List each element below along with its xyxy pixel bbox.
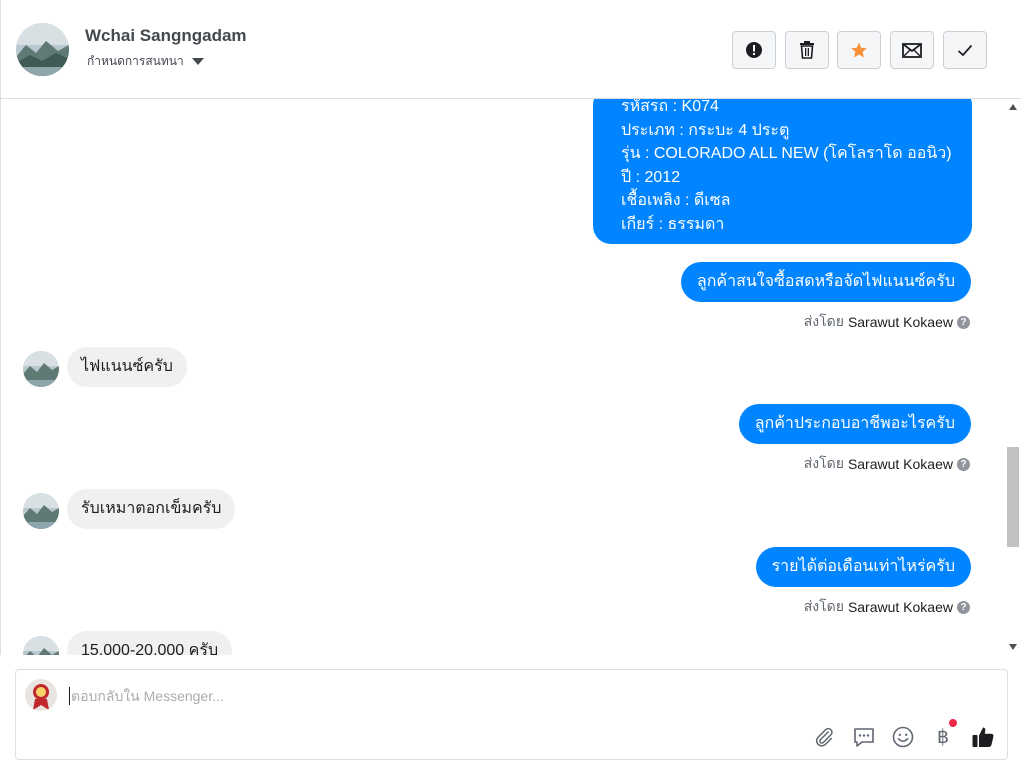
thumbs-up-icon [972,727,994,747]
incoming-message: ไฟแนนซ์ครับ [67,347,187,387]
help-icon[interactable]: ? [957,315,970,329]
conversation-header: Wchai Sangngadam กำหนดการสนทนา [0,0,1021,99]
sent-by: ส่งโดย Sarawut Kokaew ? [804,453,970,475]
scroll-thumb[interactable] [1007,447,1019,547]
conversation-options-dropdown[interactable]: กำหนดการสนทนา [87,52,204,71]
contact-avatar-small [23,493,59,529]
sent-by: ส่งโดย Sarawut Kokaew ? [804,596,970,618]
vehicle-info-line: ปี : 2012 [621,168,681,186]
sent-by: ส่งโดย Sarawut Kokaew ? [804,311,970,333]
outgoing-message: รายได้ต่อเดือนเท่าไหร่ครับ [755,547,971,587]
star-button[interactable] [837,31,881,69]
baht-icon: ฿ [936,726,950,748]
report-button[interactable] [732,31,776,69]
saved-replies-button[interactable] [851,724,877,750]
vehicle-info-message: รหัสรถ : K074 ประเภท : กระบะ 4 ประตู รุ่… [593,99,972,244]
paperclip-icon [815,727,833,747]
thread-scrollbar[interactable] [1006,99,1021,655]
incoming-message: 15,000-20,000 ครับ [67,631,233,655]
help-icon[interactable]: ? [957,600,970,614]
sender-name: Sarawut Kokaew [847,456,953,472]
trash-icon [800,41,814,59]
vehicle-info-line: เชื้อเพลิง : ดีเซล [621,192,731,209]
help-icon[interactable]: ? [957,457,970,471]
like-button[interactable] [970,724,996,750]
vehicle-info-line: เกียร์ : ธรรมดา [621,215,725,233]
sender-name: Sarawut Kokaew [847,599,953,615]
contact-name[interactable]: Wchai Sangngadam [85,26,247,46]
star-icon [851,42,867,58]
sent-by-label: ส่งโดย [803,598,844,614]
scroll-up-arrow-icon[interactable] [1009,104,1017,110]
contact-avatar-small [23,636,59,655]
mark-done-button[interactable] [943,31,987,69]
outgoing-message: ลูกค้าสนใจซื้อสดหรือจัดไฟแนนซ์ครับ [680,262,971,302]
delete-button[interactable] [785,31,829,69]
sent-by-label: ส่งโดย [803,455,844,471]
envelope-icon [902,42,922,58]
notification-dot [949,719,957,727]
payment-button[interactable]: ฿ [930,719,957,750]
incoming-message: รับเหมาตอกเข็มครับ [67,489,236,529]
smiley-icon [892,726,914,748]
reply-composer: ตอบกลับใน Messenger... ฿ [15,669,1008,760]
sent-by-label: ส่งโดย [803,313,844,329]
scroll-down-arrow-icon[interactable] [1009,644,1017,650]
sender-name: Sarawut Kokaew [847,314,953,330]
chat-bubble-icon [854,727,874,747]
vehicle-info-line: รุ่น : COLORADO ALL NEW (โคโลราโด ออนิว) [621,145,952,162]
message-thread: รหัสรถ : K074 ประเภท : กระบะ 4 ประตู รุ่… [0,99,1006,655]
mark-unread-button[interactable] [890,31,934,69]
contact-avatar[interactable] [16,23,69,76]
page-avatar [25,679,57,711]
emoji-button[interactable] [890,724,916,750]
vehicle-info-line: รหัสรถ : K074 [621,99,719,115]
outgoing-message: ลูกค้าประกอบอาชีพอะไรครับ [738,404,971,444]
attach-button[interactable] [811,724,837,750]
exclamation-icon [746,42,762,58]
contact-avatar-small [23,351,59,387]
check-icon [957,44,973,56]
reply-input[interactable]: ตอบกลับใน Messenger... [69,687,224,705]
conversation-options-label: กำหนดการสนทนา [87,54,184,68]
caret-down-icon [191,58,204,65]
vehicle-info-line: ประเภท : กระบะ 4 ประตู [621,121,790,139]
